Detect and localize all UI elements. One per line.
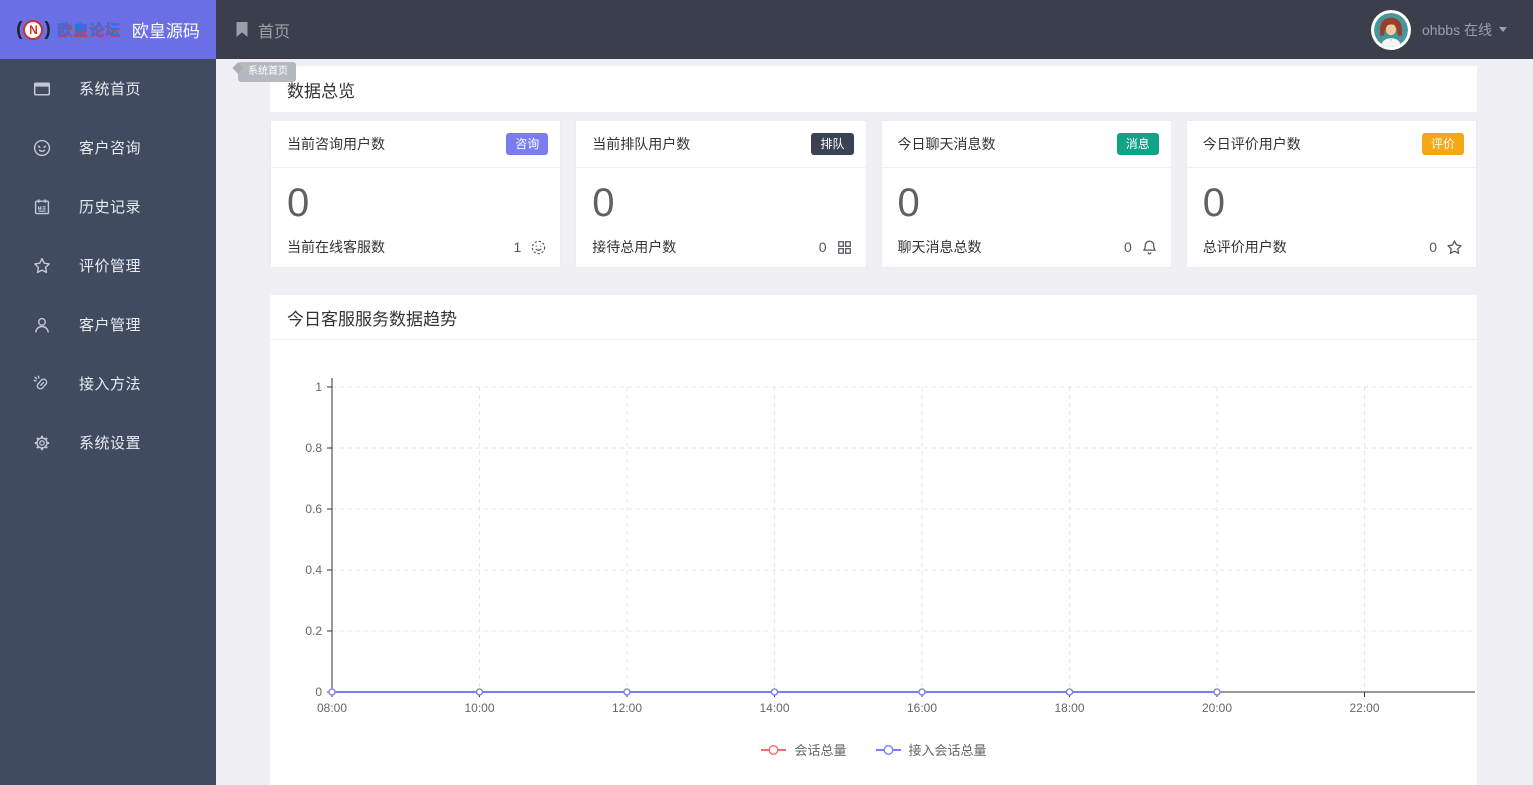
link-icon [31, 374, 53, 394]
user-icon [31, 315, 53, 335]
brand-logo-text: 欧皇论坛 [56, 22, 121, 39]
legend-item-1[interactable]: 接入会话总量 [875, 740, 987, 759]
smiley-face-icon [532, 240, 546, 254]
svg-text:18:00: 18:00 [1054, 701, 1084, 715]
sidebar-item-label: 接入方法 [79, 376, 142, 393]
card-footer-value: 1 [513, 239, 522, 255]
card-footer-label: 当前在线客服数 [287, 239, 385, 255]
svg-text:1: 1 [315, 380, 322, 394]
card-footer-label: 总评价用户数 [1202, 239, 1287, 255]
top-bar: (N) 欧皇论坛 欧皇源码 首页 ohbbs 在线 [0, 0, 1533, 59]
star-icon [31, 256, 53, 276]
sidebar-item-customers[interactable]: 客户管理 [0, 295, 216, 354]
sidebar-item-label: 客户管理 [79, 317, 142, 334]
user-menu[interactable]: ohbbs 在线 [1370, 9, 1507, 50]
user-name: ohbbs 在线 [1421, 21, 1492, 38]
svg-text:20:00: 20:00 [1202, 701, 1232, 715]
sidebar: 系统首页 客户咨询 历史记录 评价管理 客户管理 接入方法 系统设置 [0, 59, 216, 785]
page-tag[interactable]: 系统首页 [232, 62, 296, 82]
sidebar-item-settings[interactable]: 系统设置 [0, 413, 216, 472]
card-title: 当前咨询用户数 [287, 136, 385, 152]
svg-text:10:00: 10:00 [464, 701, 494, 715]
sidebar-item-label: 客户咨询 [79, 140, 142, 157]
svg-text:0.2: 0.2 [305, 624, 322, 638]
gear-icon [31, 433, 53, 453]
nav-home-label: 首页 [258, 23, 291, 41]
legend-marker-icon [761, 744, 787, 755]
avatar [1370, 9, 1411, 50]
sidebar-item-label: 系统首页 [79, 81, 142, 98]
notebook-icon [31, 197, 53, 217]
card-title: 今日聊天消息数 [897, 136, 996, 152]
status-badge: 评价 [1421, 133, 1464, 155]
window-icon [31, 79, 53, 99]
card-footer-value: 0 [1123, 239, 1132, 255]
card-footer-value: 0 [818, 239, 827, 255]
page-tag-label: 系统首页 [248, 66, 288, 77]
grid-icon [837, 240, 851, 254]
stat-card-consulting: 当前咨询用户数 咨询 0 当前在线客服数 1 [270, 120, 562, 268]
svg-text:0: 0 [315, 685, 322, 699]
sidebar-item-reviews[interactable]: 评价管理 [0, 236, 216, 295]
svg-text:16:00: 16:00 [907, 701, 937, 715]
top-nav: 首页 ohbbs 在线 [216, 0, 1533, 59]
legend-label: 会话总量 [794, 743, 847, 758]
trend-title: 今日客服服务数据趋势 [287, 309, 457, 329]
svg-text:08:00: 08:00 [317, 701, 347, 715]
svg-text:0.8: 0.8 [305, 441, 322, 455]
overview-panel-header: 数据总览 [270, 66, 1477, 112]
sidebar-item-consult[interactable]: 客户咨询 [0, 118, 216, 177]
card-value: 0 [287, 181, 310, 225]
logo[interactable]: (N) 欧皇论坛 欧皇源码 [0, 0, 216, 59]
legend-item-0[interactable]: 会话总量 [760, 740, 847, 759]
sidebar-item-label: 系统设置 [79, 435, 142, 452]
card-footer-value: 0 [1429, 239, 1437, 255]
bell-icon [1142, 239, 1156, 254]
trend-chart: 0 0.2 0.4 0.6 0.8 1 08:00 10:00 12:00 14:00 16:00 1… [305, 378, 1475, 715]
sidebar-item-label: 评价管理 [79, 258, 142, 275]
sidebar-item-label: 历史记录 [79, 199, 142, 216]
card-value: 0 [1202, 181, 1225, 225]
svg-text:0.4: 0.4 [305, 563, 322, 577]
main-content: 系统首页 数据总览 当前咨询用户数 咨询 0 当前在线客服数 1 当前排队用户数 [216, 59, 1533, 785]
sidebar-item-history[interactable]: 历史记录 [0, 177, 216, 236]
card-title: 今日评价用户数 [1202, 136, 1301, 152]
brand-name: 欧皇源码 [131, 22, 200, 41]
stat-cards-row: 当前咨询用户数 咨询 0 当前在线客服数 1 当前排队用户数 排队 0 接待总用… [270, 120, 1477, 268]
legend-label: 接入会话总量 [908, 743, 987, 758]
svg-text:0.6: 0.6 [305, 502, 322, 516]
card-value: 0 [897, 181, 920, 225]
chart-legend: 会话总量 接入会话总量 [270, 740, 1477, 759]
stat-card-reviews: 今日评价用户数 评价 0 总评价用户数 0 [1185, 120, 1477, 268]
stat-card-queue: 当前排队用户数 排队 0 接待总用户数 0 [575, 120, 867, 268]
smiley-icon [31, 138, 53, 158]
sidebar-item-home[interactable]: 系统首页 [0, 59, 216, 118]
bookmark-icon [236, 22, 248, 37]
svg-text:14:00: 14:00 [759, 701, 789, 715]
status-badge: 消息 [1116, 133, 1159, 155]
status-badge: 排队 [811, 133, 854, 155]
logo-icon: (N) [16, 19, 51, 40]
nav-home[interactable]: 首页 [235, 0, 290, 59]
stat-card-messages: 今日聊天消息数 消息 0 聊天消息总数 0 [880, 120, 1172, 268]
caret-down-icon [1499, 27, 1507, 32]
tag-arrow-icon [232, 62, 244, 74]
sidebar-item-integration[interactable]: 接入方法 [0, 354, 216, 413]
card-value: 0 [592, 181, 615, 225]
legend-marker-icon [875, 744, 901, 755]
overview-title: 数据总览 [287, 81, 355, 101]
card-footer-label: 聊天消息总数 [897, 239, 982, 255]
star-icon [1447, 239, 1462, 254]
card-title: 当前排队用户数 [592, 136, 691, 152]
status-badge: 咨询 [506, 133, 549, 155]
svg-text:22:00: 22:00 [1349, 701, 1379, 715]
card-footer-label: 接待总用户数 [592, 239, 677, 255]
trend-panel: 今日客服服务数据趋势 0 0.2 0.4 0.6 0.8 1 08:00 10:00 12:00… [270, 295, 1477, 785]
svg-text:12:00: 12:00 [612, 701, 642, 715]
